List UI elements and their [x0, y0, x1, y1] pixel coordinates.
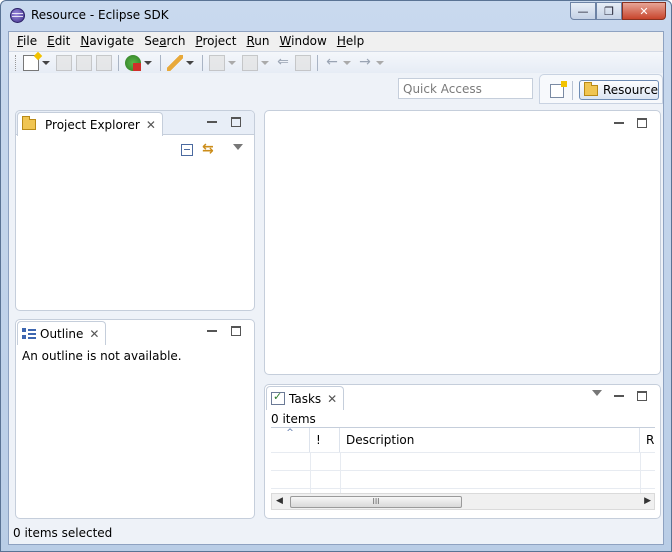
tasks-count: 0 items	[271, 412, 316, 426]
column-header-resource[interactable]: R	[640, 428, 655, 452]
link-with-editor-icon[interactable]: ⇆	[202, 141, 214, 157]
back-icon[interactable]: ←	[324, 55, 340, 71]
menu-file[interactable]: File	[13, 32, 43, 51]
view-menu-icon[interactable]	[592, 390, 602, 396]
toolbar-grip[interactable]	[15, 54, 18, 71]
tasks-horizontal-scrollbar[interactable]: ◀ III ▶	[271, 493, 655, 510]
column-divider	[340, 452, 341, 495]
tasks-icon	[271, 390, 285, 405]
menu-window[interactable]: Window	[276, 32, 333, 51]
resource-folder-icon	[584, 81, 598, 96]
maximize-view-icon[interactable]	[231, 117, 241, 127]
main-toolbar: ⇐ ← →	[9, 51, 663, 73]
close-button[interactable]: ✕	[622, 2, 666, 20]
tab-label: Project Explorer	[45, 117, 140, 132]
save-all-icon[interactable]	[76, 54, 92, 71]
minimize-view-icon[interactable]	[614, 391, 624, 401]
menu-bar: File Edit Navigate Search Project Run Wi…	[9, 32, 663, 51]
status-bar: 0 items selected	[13, 526, 113, 540]
minimize-button[interactable]: —	[570, 2, 596, 20]
window-title: Resource - Eclipse SDK	[31, 8, 169, 22]
workbench: File Edit Navigate Search Project Run Wi…	[8, 31, 664, 545]
maximize-view-icon[interactable]	[231, 326, 241, 336]
outline-view: Outline ✕ An outline is not available.	[15, 319, 255, 519]
tasks-view: Tasks ✕ 0 items ^ ! Description R	[264, 384, 661, 519]
next-annotation-dropdown-icon[interactable]	[228, 60, 236, 65]
menu-help[interactable]: Help	[333, 32, 370, 51]
perspective-bar: Resource	[539, 74, 663, 104]
last-edit-icon[interactable]: ⇐	[275, 55, 291, 71]
title-bar[interactable]: Resource - Eclipse SDK — ❐ ✕	[1, 1, 671, 31]
menu-navigate[interactable]: Navigate	[76, 32, 140, 51]
column-header-completed[interactable]: ^	[271, 428, 310, 452]
menu-edit[interactable]: Edit	[43, 32, 76, 51]
column-header-priority[interactable]: !	[310, 428, 340, 452]
tab-label: Tasks	[289, 391, 322, 406]
project-explorer-icon	[22, 116, 36, 130]
annotation-dropdown-icon[interactable]	[186, 60, 194, 65]
close-tab-icon[interactable]: ✕	[327, 392, 337, 406]
toolbar-separator	[118, 54, 119, 71]
perspective-separator	[572, 81, 573, 100]
perspective-label: Resource	[603, 83, 659, 97]
quick-access-field[interactable]: Quick Access	[398, 78, 533, 99]
toolbar-separator	[160, 54, 161, 71]
save-icon[interactable]	[56, 54, 72, 71]
collapse-all-icon[interactable]	[181, 144, 193, 156]
close-tab-icon[interactable]: ✕	[146, 118, 156, 132]
pin-icon[interactable]	[295, 54, 311, 71]
scroll-thumb[interactable]: III	[290, 496, 462, 508]
project-explorer-header: Project Explorer ✕	[16, 111, 254, 136]
annotation-icon[interactable]	[167, 54, 183, 71]
toolbar-separator	[202, 54, 203, 71]
run-dropdown-icon[interactable]	[144, 60, 152, 65]
forward-dropdown-icon[interactable]	[376, 60, 384, 65]
outline-header: Outline ✕	[16, 320, 254, 345]
column-divider	[310, 452, 311, 495]
column-header-description[interactable]: Description	[340, 428, 640, 452]
scroll-left-icon[interactable]: ◀	[276, 496, 283, 506]
back-dropdown-icon[interactable]	[343, 60, 351, 65]
next-annotation-icon[interactable]	[209, 54, 225, 71]
toolbar-separator	[317, 54, 318, 71]
prev-annotation-icon[interactable]	[242, 54, 258, 71]
minimize-view-icon[interactable]	[207, 326, 217, 336]
column-divider	[640, 452, 641, 495]
print-icon[interactable]	[96, 54, 112, 71]
row-divider	[271, 470, 655, 471]
window-controls: — ❐ ✕	[570, 2, 666, 20]
minimize-editor-icon[interactable]	[614, 118, 624, 128]
scroll-right-icon[interactable]: ▶	[644, 496, 651, 506]
outline-message: An outline is not available.	[22, 349, 182, 363]
tab-project-explorer[interactable]: Project Explorer ✕	[17, 112, 163, 136]
tab-tasks[interactable]: Tasks ✕	[266, 386, 345, 410]
tasks-header: Tasks ✕	[265, 385, 660, 410]
resource-perspective-button[interactable]: Resource	[579, 80, 659, 100]
close-tab-icon[interactable]: ✕	[89, 327, 99, 341]
tab-label: Outline	[40, 326, 84, 341]
restore-button[interactable]: ❐	[596, 2, 622, 20]
tasks-table: ^ ! Description R	[271, 427, 655, 495]
tab-outline[interactable]: Outline ✕	[17, 321, 107, 345]
row-divider	[271, 488, 655, 489]
outline-icon	[22, 327, 36, 340]
menu-search[interactable]: Search	[140, 32, 191, 51]
menu-run[interactable]: Run	[242, 32, 275, 51]
new-wizard-icon[interactable]	[23, 54, 39, 71]
prev-annotation-dropdown-icon[interactable]	[261, 60, 269, 65]
eclipse-icon	[10, 8, 25, 23]
editor-area	[264, 110, 661, 375]
run-icon[interactable]	[125, 54, 141, 71]
open-perspective-icon[interactable]	[550, 81, 567, 98]
eclipse-window: Resource - Eclipse SDK — ❐ ✕ File Edit N…	[0, 0, 672, 552]
new-dropdown-icon[interactable]	[42, 60, 50, 65]
minimize-view-icon[interactable]	[207, 117, 217, 127]
menu-project[interactable]: Project	[191, 32, 242, 51]
maximize-view-icon[interactable]	[637, 391, 647, 401]
forward-icon[interactable]: →	[357, 55, 373, 71]
row-divider	[271, 452, 655, 453]
view-menu-icon[interactable]	[233, 144, 243, 150]
maximize-editor-icon[interactable]	[637, 118, 647, 128]
project-explorer-view: Project Explorer ✕ ⇆	[15, 110, 255, 311]
